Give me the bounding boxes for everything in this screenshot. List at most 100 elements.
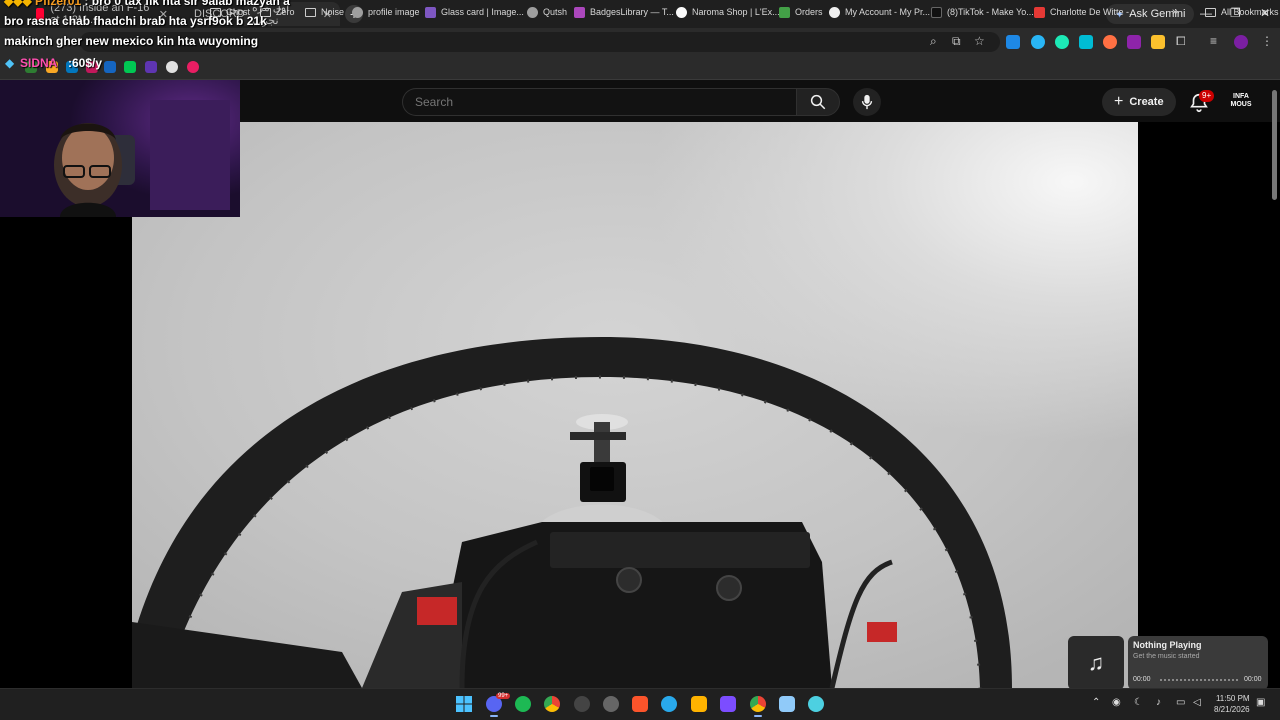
bookmark-app-icon[interactable] <box>124 61 136 73</box>
globe-icon <box>527 6 538 18</box>
tray-discord-icon[interactable]: ◉ <box>1112 697 1121 708</box>
bookmark-noise[interactable]: Noise <box>305 4 344 20</box>
bookmark-naroma-shop[interactable]: Naroma Shop | L'Ex... <box>676 4 780 20</box>
bookmark-charlotte[interactable]: Charlotte De Witte -... <box>1034 4 1137 20</box>
bookmarks-overflow-icon[interactable]: » <box>1172 4 1178 20</box>
streamer-webcam <box>54 100 230 217</box>
microphone-icon <box>861 94 873 110</box>
bookmark-label: Charlotte De Witte -... <box>1050 7 1137 17</box>
tray-moon-icon[interactable]: ☾ <box>1134 697 1143 708</box>
search-button[interactable] <box>796 88 840 116</box>
tray-network-icon[interactable]: ▭ <box>1176 697 1185 708</box>
app-icon[interactable] <box>779 696 795 712</box>
extension-icon[interactable] <box>1006 35 1020 49</box>
tiktok-icon <box>931 6 942 18</box>
globe-icon <box>352 6 363 18</box>
shop-icon <box>676 6 687 18</box>
search-input[interactable] <box>402 88 796 116</box>
bookmark-star-icon[interactable]: ☆ <box>974 34 985 48</box>
cast-icon[interactable]: ⧉ <box>952 34 961 49</box>
app-icon[interactable] <box>720 696 736 712</box>
tray-mic-icon[interactable]: ♪ <box>1156 697 1161 708</box>
bookmark-label: profile image <box>368 7 420 17</box>
account-avatar[interactable]: INFA MOUS <box>1228 90 1254 112</box>
extension-icon[interactable] <box>1079 35 1093 49</box>
create-label: Create <box>1129 96 1164 108</box>
bookmark-label: Noise <box>321 7 345 17</box>
chat-message: bro rasna chab fhadchi brab hta ysrf9ok … <box>4 14 267 28</box>
steam-icon[interactable] <box>603 696 619 712</box>
music-progress-bar[interactable] <box>1160 679 1238 681</box>
supporter-name: SIDNA <box>20 56 58 70</box>
bookmark-badgeslibrary[interactable]: BadgesLibrary — T... <box>574 4 674 20</box>
zoom-icon[interactable]: ⌕ <box>930 34 937 49</box>
chat-text: makinch gher new mexico kin hta wuyoming <box>4 34 259 48</box>
extension-icon[interactable] <box>1151 35 1165 49</box>
extension-icon[interactable] <box>1103 35 1117 49</box>
extension-icon[interactable] <box>1055 35 1069 49</box>
clock-date: 8/21/2026 <box>1214 705 1250 714</box>
clock-time: 11:50 PM <box>1215 694 1250 703</box>
discord-badge: 99+ <box>496 693 511 699</box>
tab-search-icon[interactable]: ≡ <box>1210 34 1217 48</box>
chat-message: ◆◆◆ Pfizer01 : bro 0 tax fik hta sir 9al… <box>4 0 290 8</box>
chrome-icon[interactable] <box>544 696 560 712</box>
extension-icon[interactable] <box>1127 35 1141 49</box>
chat-message: makinch gher new mexico kin hta wuyoming <box>4 34 258 48</box>
music-note-icon: ♫ <box>1087 650 1105 675</box>
chat-username: Pfizer01 <box>35 0 82 8</box>
bookmark-label: (8)TikTok - Make Yo... <box>947 7 1034 17</box>
bookmark-label: Qutsh <box>543 7 568 17</box>
chrome-active-icon[interactable] <box>750 696 766 717</box>
bookmark-tiktok[interactable]: (8)TikTok - Make Yo... <box>931 4 1034 20</box>
all-bookmarks-label: All Bookmarks <box>1221 7 1279 17</box>
bookmark-app-icon[interactable] <box>104 61 116 73</box>
notification-count-badge: 9+ <box>1199 90 1215 102</box>
bookmark-app-icon[interactable] <box>145 61 157 73</box>
voice-search-button[interactable] <box>853 88 881 116</box>
account-icon <box>829 6 840 18</box>
bookmark-label: Orders <box>795 7 823 17</box>
bookmark-orders[interactable]: Orders <box>779 4 823 20</box>
app-icon[interactable] <box>808 696 824 712</box>
music-subtitle: Get the music started <box>1133 653 1200 660</box>
taskbar-clock[interactable]: 11:50 PM 8/21/2026 <box>1214 693 1250 715</box>
scrollbar-thumb[interactable] <box>1272 90 1277 200</box>
menu-kebab-icon[interactable]: ⋮ <box>1261 34 1273 48</box>
bookmark-qutsh[interactable]: Qutsh <box>527 4 567 20</box>
music-title: Nothing Playing <box>1133 640 1202 650</box>
chat-text: bro rasna chab fhadchi brab hta ysrf9ok … <box>4 14 267 28</box>
cockpit-footage <box>132 337 1012 688</box>
notification-center-icon[interactable]: ▣ <box>1256 697 1265 708</box>
bookmark-app-icon[interactable] <box>187 61 199 73</box>
obs-icon[interactable] <box>574 696 590 712</box>
folder-icon <box>1205 7 1216 17</box>
music-art[interactable]: ♫ <box>1068 636 1124 690</box>
telegram-icon[interactable] <box>661 696 677 712</box>
search-icon <box>810 94 826 110</box>
orders-icon <box>779 6 790 18</box>
chat-badge-icons: ◆◆◆ <box>4 0 32 8</box>
bookmark-profile-image[interactable]: profile image <box>352 4 420 20</box>
glass-icon <box>425 6 436 18</box>
plus-icon: + <box>1114 93 1124 110</box>
bookmark-app-icon[interactable] <box>166 61 178 73</box>
create-button[interactable]: + Create <box>1102 88 1176 116</box>
bookmark-glass-card[interactable]: Glass card | Image... <box>425 4 524 20</box>
screen: (273) Inside an F-16 at 1.2M... ✕ DISCOR… <box>0 0 1280 720</box>
profile-avatar[interactable] <box>1234 35 1248 49</box>
spotify-icon[interactable] <box>515 696 531 712</box>
all-bookmarks[interactable]: All Bookmarks <box>1205 4 1279 20</box>
bookmark-label: My Account - My Pr... <box>845 7 931 17</box>
extension-icon[interactable] <box>1031 35 1045 49</box>
extensions-puzzle-icon[interactable]: ⧠ <box>1176 34 1186 49</box>
windows-start-icon[interactable] <box>456 696 472 712</box>
tray-volume-icon[interactable]: ◁ <box>1193 697 1201 708</box>
music-time-start: 00:00 <box>1133 676 1151 683</box>
tray-overflow-icon[interactable]: ⌃ <box>1092 697 1100 708</box>
brave-icon[interactable] <box>632 696 648 712</box>
video-player[interactable] <box>132 122 1138 688</box>
app-icon[interactable] <box>691 696 707 712</box>
bookmark-my-account[interactable]: My Account - My Pr... <box>829 4 930 20</box>
music-time-end: 00:00 <box>1244 676 1262 683</box>
